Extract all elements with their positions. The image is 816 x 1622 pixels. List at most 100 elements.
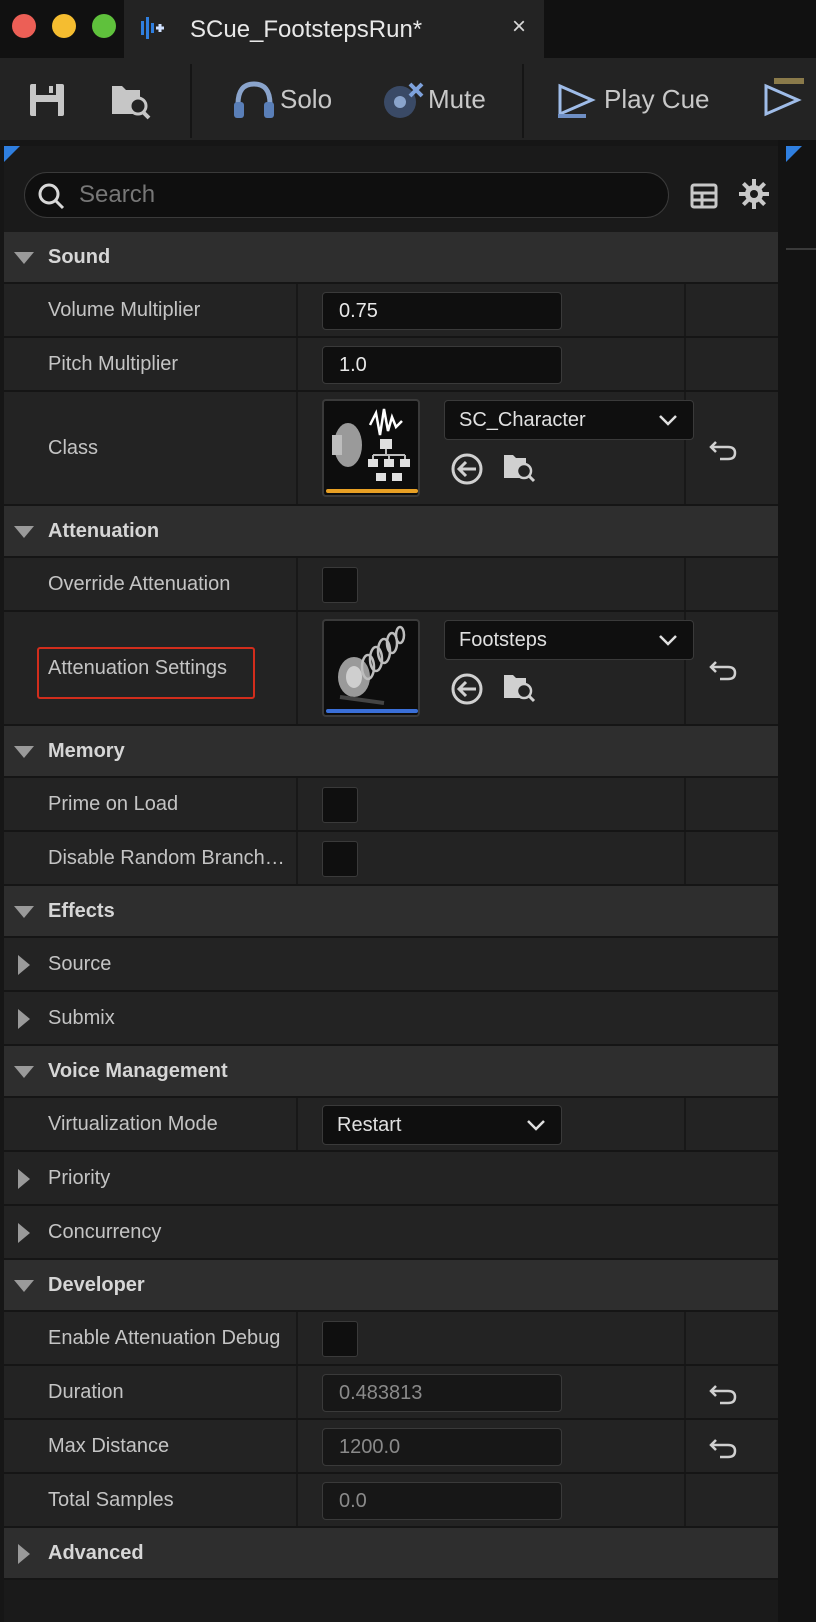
property-label: Disable Random Branch… [48, 847, 285, 869]
property-virtualization-mode: Virtualization Mode Restart [4, 1098, 778, 1152]
category-effects[interactable]: Effects [4, 886, 778, 938]
browse-asset-icon[interactable] [502, 670, 536, 704]
expand-arrow-icon [18, 1009, 30, 1029]
reset-to-default-icon[interactable] [708, 1434, 738, 1460]
property-enable-attenuation-debug: Enable Attenuation Debug [4, 1312, 778, 1366]
property-label: Override Attenuation [48, 573, 231, 595]
maximize-window-button[interactable] [92, 14, 116, 38]
collapse-arrow-icon [14, 252, 34, 264]
pitch-multiplier-input[interactable]: 1.0 [322, 346, 562, 384]
panel-corner-marker [786, 146, 802, 162]
minimize-window-button[interactable] [52, 14, 76, 38]
category-voice-management[interactable]: Voice Management [4, 1046, 778, 1098]
volume-multiplier-input[interactable]: 0.75 [322, 292, 562, 330]
table-view-icon[interactable] [690, 182, 718, 210]
property-label: Max Distance [48, 1435, 170, 1457]
chevron-down-icon [659, 415, 677, 426]
total-samples-value: 0.0 [322, 1482, 562, 1520]
group-priority[interactable]: Priority [4, 1152, 778, 1206]
group-label: Source [48, 953, 112, 975]
group-label: Concurrency [48, 1221, 162, 1243]
collapse-arrow-icon [14, 1280, 34, 1292]
category-sound[interactable]: Sound [4, 232, 778, 284]
category-developer[interactable]: Developer [4, 1260, 778, 1312]
solo-icon [234, 81, 274, 118]
category-title: Voice Management [48, 1060, 228, 1082]
virtualization-mode-combo[interactable]: Restart [322, 1105, 562, 1145]
expand-arrow-icon [18, 1223, 30, 1243]
expand-arrow-icon [18, 1544, 30, 1564]
attenuation-icon [338, 625, 406, 705]
virtualization-mode-value: Restart [337, 1114, 402, 1136]
category-title: Developer [48, 1274, 145, 1296]
attenuation-combo[interactable]: Footsteps [444, 620, 694, 660]
collapse-arrow-icon [14, 526, 34, 538]
sound-class-icon [332, 408, 410, 481]
reset-to-default-icon[interactable] [708, 1380, 738, 1406]
asset-type-color-bar [326, 709, 418, 713]
property-label: Prime on Load [48, 793, 179, 815]
asset-tab[interactable]: SCue_FootstepsRun* × [124, 0, 544, 58]
class-combo-value: SC_Character [459, 409, 586, 431]
use-selected-asset-icon[interactable] [450, 672, 484, 706]
title-bar: SCue_FootstepsRun* × [0, 0, 816, 58]
solo-label: Solo [280, 84, 333, 114]
tab-title: SCue_FootstepsRun* [190, 16, 423, 43]
search-input[interactable] [79, 173, 649, 217]
use-selected-asset-icon[interactable] [450, 452, 484, 486]
property-duration: Duration 0.483813 [4, 1366, 778, 1420]
category-title: Sound [48, 246, 111, 268]
property-disable-random-branch: Disable Random Branch… [4, 832, 778, 886]
group-source[interactable]: Source [4, 938, 778, 992]
property-label: Enable Attenuation Debug [48, 1327, 281, 1349]
property-label: Virtualization Mode [48, 1113, 218, 1135]
close-tab-icon[interactable]: × [512, 14, 526, 40]
sound-cue-icon [141, 17, 164, 39]
group-label: Priority [48, 1167, 111, 1189]
disable-random-branch-checkbox[interactable] [322, 841, 358, 877]
prime-on-load-checkbox[interactable] [322, 787, 358, 823]
category-title: Memory [48, 740, 125, 762]
chevron-down-icon [527, 1120, 545, 1131]
property-label: Duration [48, 1381, 124, 1403]
property-max-distance: Max Distance 1200.0 [4, 1420, 778, 1474]
play-cue-icon [558, 83, 596, 118]
category-title: Attenuation [48, 520, 160, 542]
category-title: Effects [48, 900, 115, 922]
property-total-samples: Total Samples 0.0 [4, 1474, 778, 1528]
browse-asset-icon[interactable] [108, 78, 152, 122]
annotation-highlight-box [37, 647, 255, 699]
category-advanced[interactable]: Advanced [4, 1528, 778, 1580]
override-attenuation-checkbox[interactable] [322, 567, 358, 603]
property-label: Class [48, 437, 99, 459]
category-attenuation[interactable]: Attenuation [4, 506, 778, 558]
play-node-icon[interactable] [760, 78, 804, 122]
toolbar-separator [190, 64, 192, 138]
enable-attenuation-debug-checkbox[interactable] [322, 1321, 358, 1357]
gear-icon[interactable] [738, 178, 770, 210]
attenuation-thumbnail[interactable] [322, 619, 420, 717]
browse-asset-icon[interactable] [502, 450, 536, 484]
property-override-attenuation: Override Attenuation [4, 558, 778, 612]
close-window-button[interactable] [12, 14, 36, 38]
search-icon [38, 183, 65, 210]
toolbar: Solo Mute Play Cue [0, 58, 816, 140]
reset-to-default-icon[interactable] [708, 436, 738, 462]
property-volume-multiplier: Volume Multiplier 0.75 [4, 284, 778, 338]
group-submix[interactable]: Submix [4, 992, 778, 1046]
save-icon[interactable] [26, 78, 70, 122]
class-combo[interactable]: SC_Character [444, 400, 694, 440]
asset-type-color-bar [326, 489, 418, 493]
search-box[interactable] [24, 172, 669, 218]
reset-to-default-icon[interactable] [708, 656, 738, 682]
property-class: Class SC_Character [4, 392, 778, 506]
group-concurrency[interactable]: Concurrency [4, 1206, 778, 1260]
toolbar-separator [522, 64, 524, 138]
category-memory[interactable]: Memory [4, 726, 778, 778]
chevron-down-icon [659, 635, 677, 646]
collapse-arrow-icon [14, 746, 34, 758]
graph-area-edge [778, 140, 816, 1622]
property-label: Pitch Multiplier [48, 353, 179, 375]
property-prime-on-load: Prime on Load [4, 778, 778, 832]
sound-class-thumbnail[interactable] [322, 399, 420, 497]
